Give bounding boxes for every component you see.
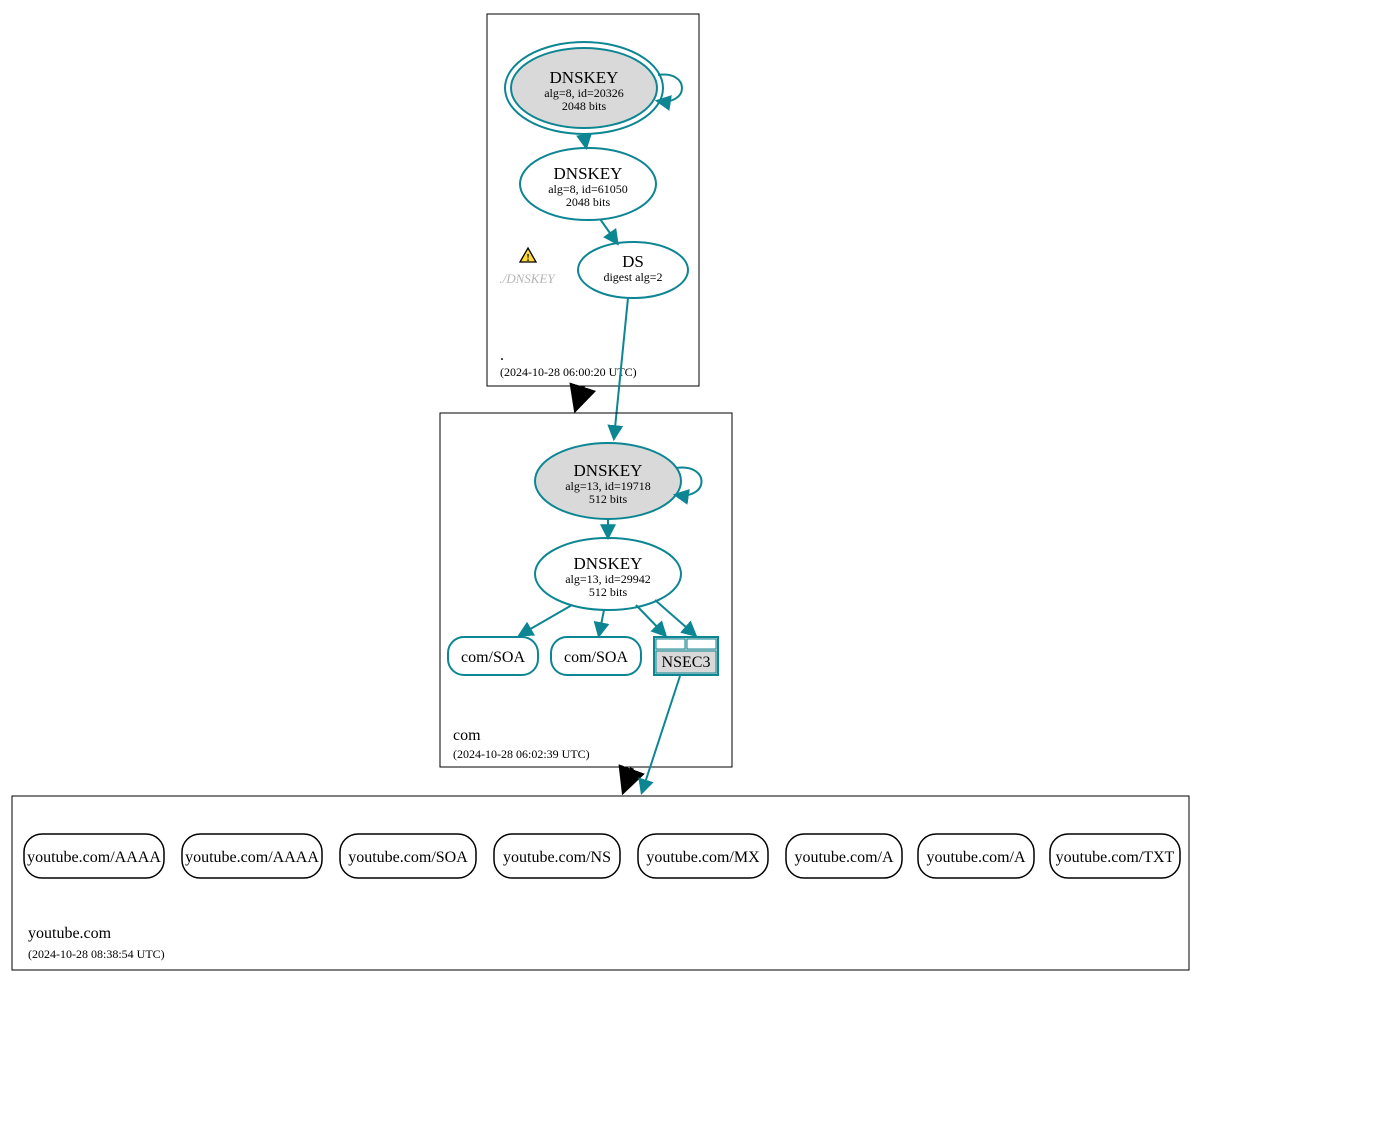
yt-mx-label: youtube.com/MX — [646, 849, 760, 866]
node-root-ksk: DNSKEY alg=8, id=20326 2048 bits — [505, 42, 663, 134]
node-yt-mx: youtube.com/MX — [638, 834, 768, 878]
zone-root-timestamp: (2024-10-28 06:00:20 UTC) — [500, 365, 637, 379]
edge-com-zsk-nsec3-1 — [636, 605, 665, 635]
edge-root-zsk-ds — [600, 219, 617, 243]
yt-soa-label: youtube.com/SOA — [348, 849, 468, 866]
edge-com-zsk-soa1 — [520, 605, 572, 635]
com-soa-2-label: com/SOA — [564, 649, 628, 666]
root-ds-title: DS — [622, 252, 644, 271]
root-zsk-title: DNSKEY — [554, 164, 623, 183]
root-ksk-line3: 2048 bits — [562, 99, 607, 113]
com-ksk-line3: 512 bits — [589, 492, 628, 506]
zone-youtube-timestamp: (2024-10-28 08:38:54 UTC) — [28, 947, 165, 961]
yt-a-1-label: youtube.com/A — [794, 849, 894, 866]
node-com-soa-1: com/SOA — [448, 637, 538, 675]
zone-com-name: com — [453, 727, 481, 744]
node-yt-aaaa-1: youtube.com/AAAA — [24, 834, 164, 878]
zone-root: . (2024-10-28 06:00:20 UTC) DNSKEY alg=8… — [487, 14, 699, 386]
zone-youtube-name: youtube.com — [28, 925, 112, 942]
edge-nsec3-to-youtube — [642, 676, 680, 792]
dnssec-diagram: . (2024-10-28 06:00:20 UTC) DNSKEY alg=8… — [0, 0, 1381, 1128]
node-com-ksk: DNSKEY alg=13, id=19718 512 bits — [535, 443, 681, 519]
node-com-soa-2: com/SOA — [551, 637, 641, 675]
com-soa-1-label: com/SOA — [461, 649, 525, 666]
warning-icon: ! — [520, 248, 536, 264]
node-yt-a-1: youtube.com/A — [786, 834, 902, 878]
node-yt-a-2: youtube.com/A — [918, 834, 1034, 878]
com-zsk-line3: 512 bits — [589, 585, 628, 599]
root-missing-dnskey: ./DNSKEY — [499, 271, 556, 286]
com-zsk-line2: alg=13, id=29942 — [565, 572, 651, 586]
node-root-zsk: DNSKEY alg=8, id=61050 2048 bits — [520, 148, 656, 220]
root-zsk-line3: 2048 bits — [566, 195, 611, 209]
zone-youtube: youtube.com (2024-10-28 08:38:54 UTC) yo… — [12, 796, 1189, 970]
node-com-zsk: DNSKEY alg=13, id=29942 512 bits — [535, 538, 681, 610]
zone-root-name: . — [500, 347, 504, 364]
yt-ns-label: youtube.com/NS — [503, 849, 611, 866]
com-zsk-title: DNSKEY — [574, 554, 643, 573]
com-ksk-line2: alg=13, id=19718 — [565, 479, 651, 493]
zone-com-timestamp: (2024-10-28 06:02:39 UTC) — [453, 747, 590, 761]
edge-com-zsk-soa2 — [599, 610, 604, 635]
node-root-ds: DS digest alg=2 — [578, 242, 688, 298]
yt-aaaa-2-label: youtube.com/AAAA — [185, 849, 319, 866]
node-yt-aaaa-2: youtube.com/AAAA — [182, 834, 322, 878]
yt-txt-label: youtube.com/TXT — [1056, 849, 1175, 866]
edge-root-to-com-deleg — [576, 386, 583, 408]
root-ksk-line2: alg=8, id=20326 — [544, 86, 624, 100]
yt-aaaa-1-label: youtube.com/AAAA — [27, 849, 161, 866]
svg-text:!: ! — [526, 253, 529, 264]
root-zsk-line2: alg=8, id=61050 — [548, 182, 628, 196]
node-yt-ns: youtube.com/NS — [494, 834, 620, 878]
edge-root-ksk-zsk — [584, 134, 586, 147]
nsec3-label: NSEC3 — [662, 654, 711, 671]
root-ds-line2: digest alg=2 — [603, 270, 662, 284]
edge-com-to-youtube-deleg — [624, 768, 632, 790]
node-yt-txt: youtube.com/TXT — [1050, 834, 1180, 878]
yt-a-2-label: youtube.com/A — [926, 849, 1026, 866]
node-yt-soa: youtube.com/SOA — [340, 834, 476, 878]
com-ksk-title: DNSKEY — [574, 461, 643, 480]
node-nsec3: NSEC3 — [654, 637, 718, 675]
zone-com: com (2024-10-28 06:02:39 UTC) DNSKEY alg… — [440, 413, 732, 767]
root-ksk-title: DNSKEY — [550, 68, 619, 87]
